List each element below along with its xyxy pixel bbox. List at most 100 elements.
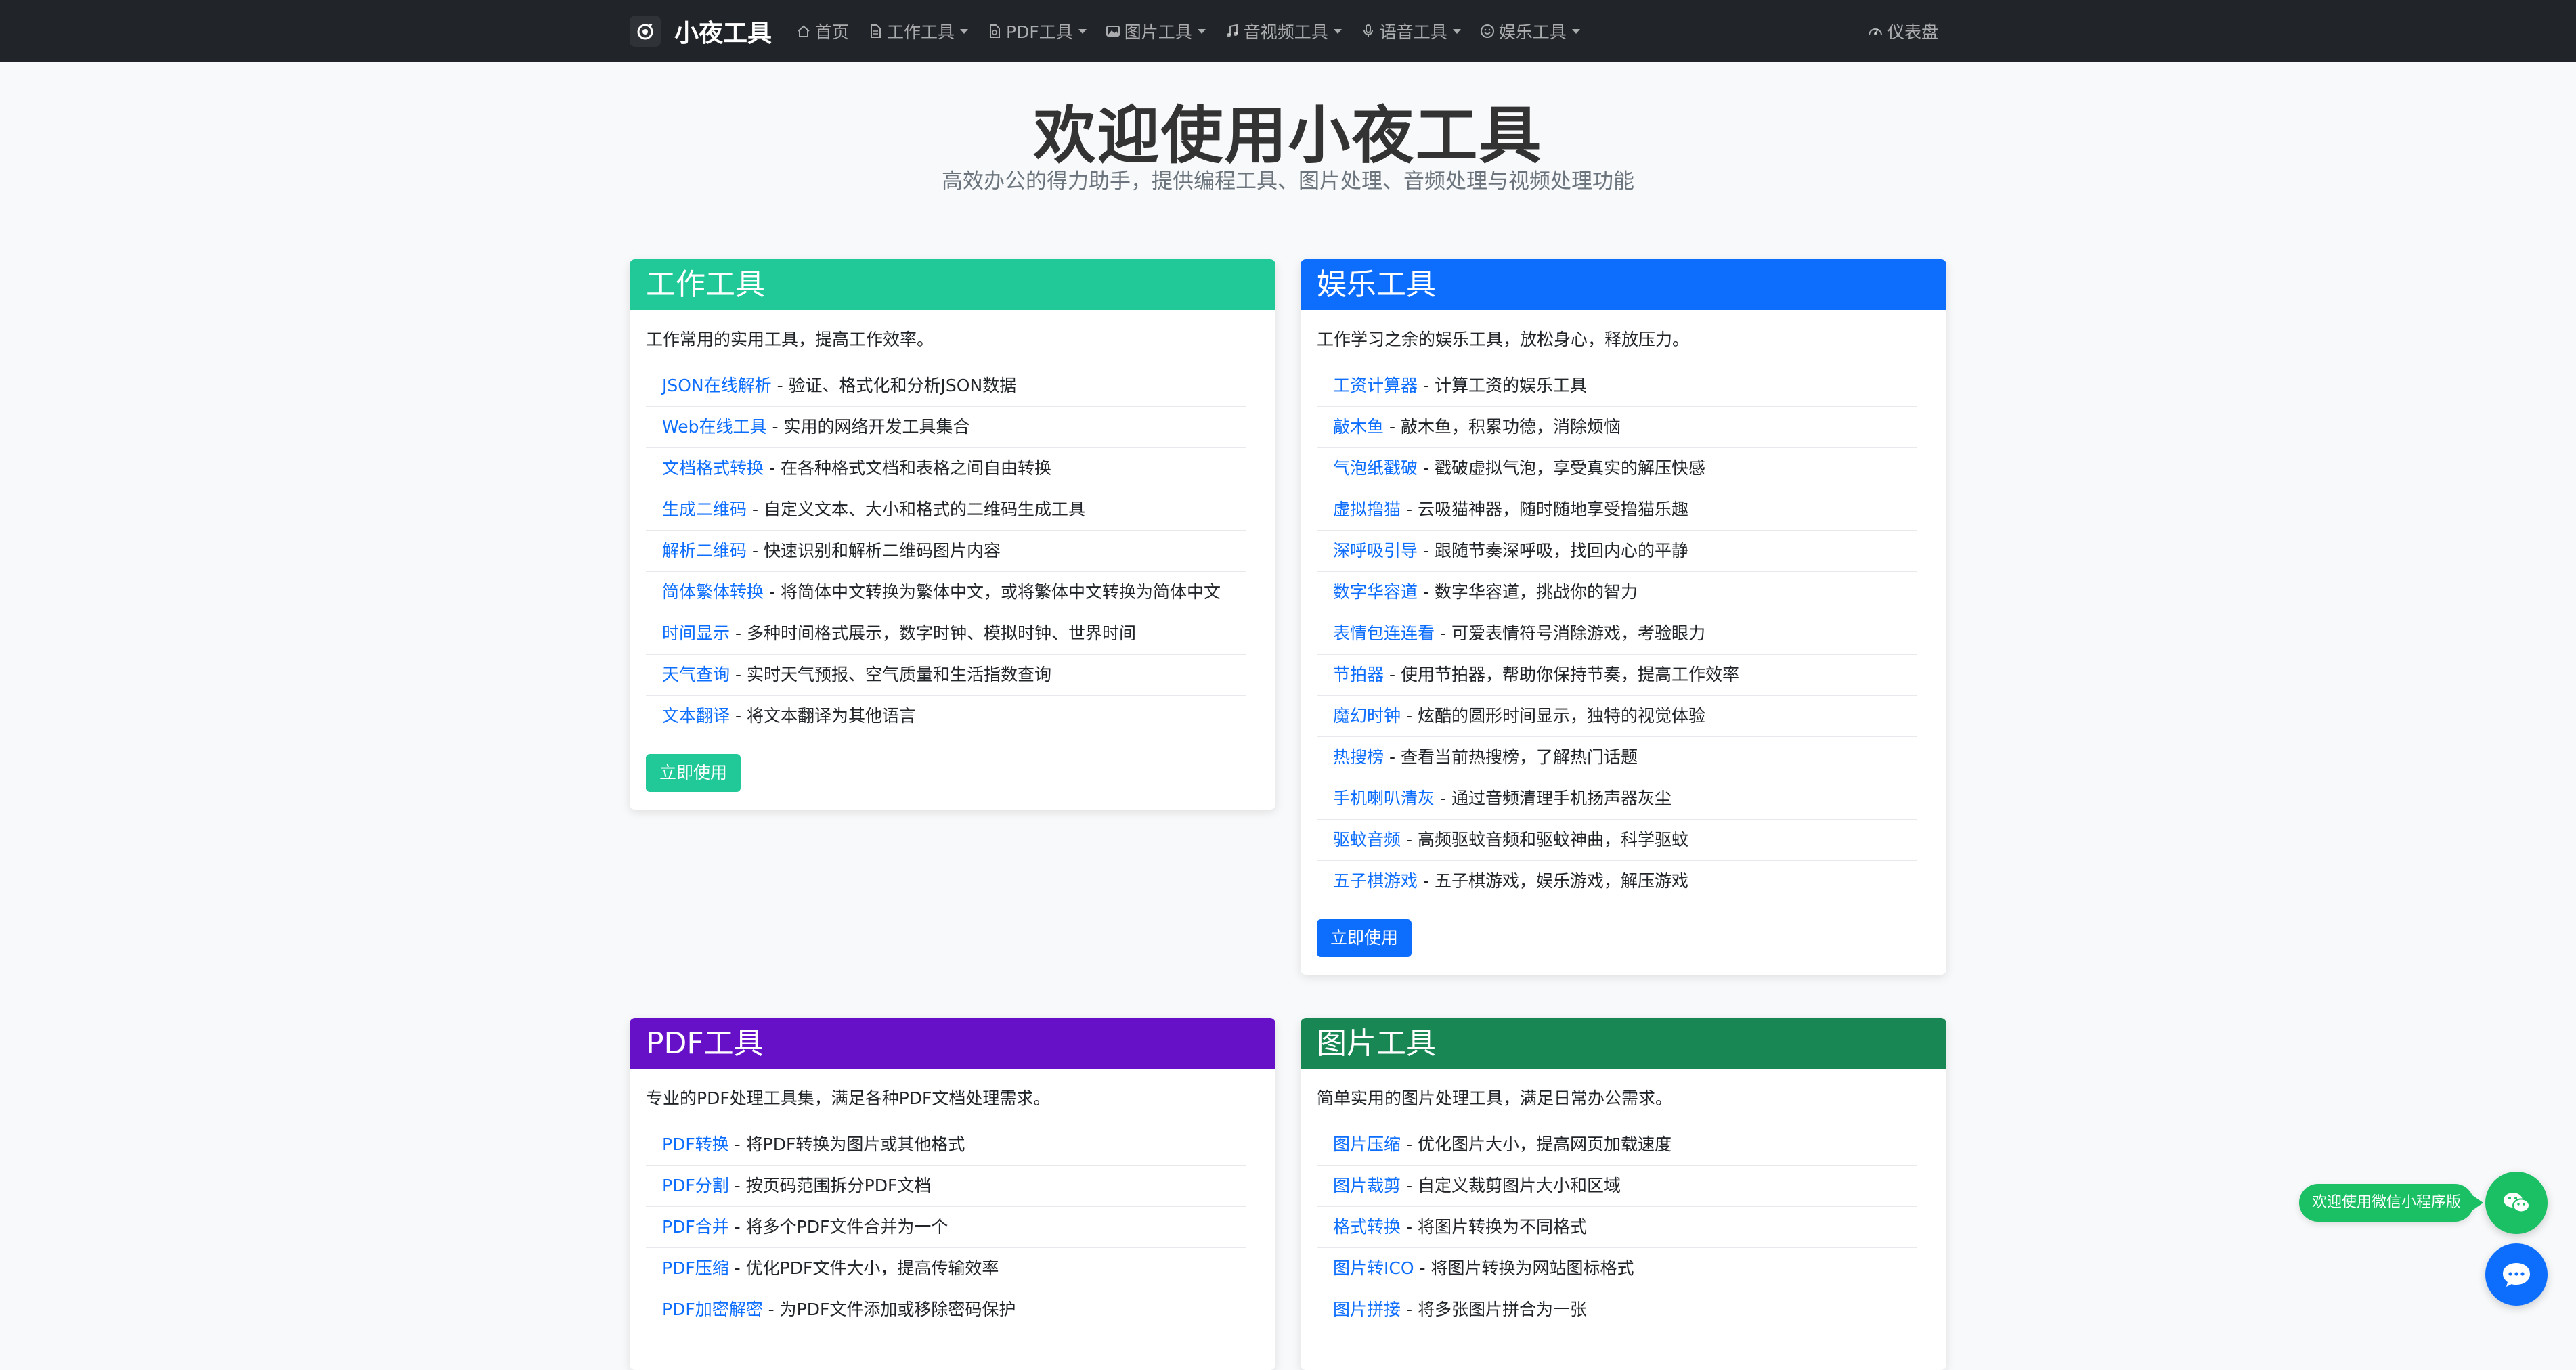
nav-item-pdf-tools[interactable]: PDF工具 (987, 19, 1087, 43)
list-item: 热搜榜 - 查看当前热搜榜，了解热门话题 (1317, 737, 1917, 778)
tool-list: PDF转换 - 将PDF转换为图片或其他格式 PDF分割 - 按页码范围拆分PD… (646, 1124, 1259, 1330)
list-item: 虚拟撸猫 - 云吸猫神器，随时随地享受撸猫乐趣 (1317, 489, 1917, 531)
tool-desc: 将PDF转换为图片或其他格式 (745, 1134, 965, 1154)
tool-link-doc-convert[interactable]: 文档格式转换 (662, 458, 764, 478)
card-image-tools: 图片工具 简单实用的图片处理工具，满足日常办公需求。 图片压缩 - 优化图片大小… (1301, 1018, 1946, 1370)
tool-desc: 炫酷的圆形时间显示，独特的视觉体验 (1417, 706, 1705, 726)
nav-item-image-tools[interactable]: 图片工具 (1106, 19, 1206, 43)
tool-link-pdf-merge[interactable]: PDF合并 (662, 1217, 729, 1237)
chevron-down-icon (1078, 28, 1087, 34)
chevron-down-icon (1571, 28, 1580, 34)
tool-list: JSON在线解析 - 验证、格式化和分析JSON数据 Web在线工具 - 实用的… (646, 366, 1259, 736)
tool-desc: 查看当前热搜榜，了解热门话题 (1400, 747, 1638, 767)
work-use-now-button[interactable]: 立即使用 (646, 754, 741, 792)
nav-item-work-tools[interactable]: 工作工具 (868, 19, 969, 43)
tool-desc: 为PDF文件添加或移除密码保护 (779, 1300, 1016, 1319)
tool-link-image-ico[interactable]: 图片转ICO (1333, 1258, 1414, 1278)
tool-link-speaker-clean[interactable]: 手机喇叭清灰 (1333, 789, 1435, 808)
card-body: 工作学习之余的娱乐工具，放松身心，释放压力。 工资计算器 - 计算工资的娱乐工具… (1301, 310, 1946, 975)
wechat-button[interactable] (2485, 1172, 2548, 1234)
tool-link-salary[interactable]: 工资计算器 (1333, 376, 1418, 395)
nav-item-voice-tools[interactable]: 语音工具 (1361, 19, 1461, 43)
tool-link-pdf-encrypt[interactable]: PDF加密解密 (662, 1300, 763, 1319)
chevron-down-icon (1333, 28, 1342, 34)
tool-desc: 优化图片大小，提高网页加载速度 (1417, 1134, 1672, 1154)
list-item: 魔幻时钟 - 炫酷的圆形时间显示，独特的视觉体验 (1317, 696, 1917, 737)
brand[interactable]: 小夜工具 (630, 14, 772, 49)
list-item: Web在线工具 - 实用的网络开发工具集合 (646, 407, 1246, 448)
tool-link-virtual-cat[interactable]: 虚拟撸猫 (1333, 500, 1401, 519)
tool-desc: 多种时间格式展示，数字时钟、模拟时钟、世界时间 (746, 623, 1136, 643)
chat-bubble-icon (2501, 1260, 2532, 1289)
nav-item-home[interactable]: 首页 (796, 19, 849, 43)
list-item: 驱蚊音频 - 高频驱蚊音频和驱蚊神曲，科学驱蚊 (1317, 820, 1917, 861)
tool-link-qr-parse[interactable]: 解析二维码 (662, 541, 747, 560)
tool-link-zh-convert[interactable]: 简体繁体转换 (662, 582, 764, 602)
card-description: 工作学习之余的娱乐工具，放松身心，释放压力。 (1317, 330, 1690, 349)
fun-use-now-button[interactable]: 立即使用 (1317, 919, 1412, 957)
card-body: 工作常用的实用工具，提高工作效率。 JSON在线解析 - 验证、格式化和分析JS… (630, 310, 1275, 810)
tool-link-image-stitch[interactable]: 图片拼接 (1333, 1300, 1401, 1319)
nav-item-fun-tools[interactable]: 娱乐工具 (1480, 19, 1580, 43)
card-header: PDF工具 (630, 1018, 1275, 1069)
top-navbar: 小夜工具 首页 工作工具 PDF工具 图片工具 音视频工具 语音工具 娱乐工具 … (0, 0, 2576, 62)
tool-link-sliding-puzzle[interactable]: 数字华容道 (1333, 582, 1418, 602)
list-item: 文档格式转换 - 在各种格式文档和表格之间自由转换 (646, 448, 1246, 489)
smile-icon (1480, 24, 1495, 39)
tool-link-qr-generate[interactable]: 生成二维码 (662, 500, 747, 519)
list-item: 手机喇叭清灰 - 通过音频清理手机扬声器灰尘 (1317, 778, 1917, 820)
tool-link-image-format[interactable]: 格式转换 (1333, 1217, 1401, 1237)
list-item: PDF压缩 - 优化PDF文件大小，提高传输效率 (646, 1248, 1246, 1289)
nav-item-label: 音视频工具 (1243, 22, 1328, 42)
tool-link-wooden-fish[interactable]: 敲木鱼 (1333, 417, 1384, 437)
tool-desc: 将多个PDF文件合并为一个 (745, 1217, 948, 1237)
tool-link-image-compress[interactable]: 图片压缩 (1333, 1134, 1401, 1154)
page-subtitle: 高效办公的得力助手，提供编程工具、图片处理、音频处理与视频处理功能 (942, 169, 1634, 194)
tool-desc: 在各种格式文档和表格之间自由转换 (780, 458, 1051, 478)
tool-link-pdf-convert[interactable]: PDF转换 (662, 1134, 729, 1154)
tool-desc: 五子棋游戏，娱乐游戏，解压游戏 (1434, 871, 1688, 891)
tool-link-web[interactable]: Web在线工具 (662, 417, 767, 437)
list-item: 时间显示 - 多种时间格式展示，数字时钟、模拟时钟、世界时间 (646, 613, 1246, 655)
tool-desc: 高频驱蚊音频和驱蚊神曲，科学驱蚊 (1417, 830, 1688, 849)
tool-link-weather[interactable]: 天气查询 (662, 665, 730, 684)
tool-link-json[interactable]: JSON在线解析 (662, 376, 772, 395)
tool-link-time[interactable]: 时间显示 (662, 623, 730, 643)
nav-item-av-tools[interactable]: 音视频工具 (1225, 19, 1342, 43)
list-item: 工资计算器 - 计算工资的娱乐工具 (1317, 366, 1917, 407)
tool-link-mosquito[interactable]: 驱蚊音频 (1333, 830, 1401, 849)
tool-link-hot-search[interactable]: 热搜榜 (1333, 747, 1384, 767)
tool-desc: 可爱表情符号消除游戏，考验眼力 (1451, 623, 1705, 643)
tool-desc: 验证、格式化和分析JSON数据 (788, 376, 1017, 395)
tool-link-pdf-compress[interactable]: PDF压缩 (662, 1258, 729, 1278)
card-description: 专业的PDF处理工具集，满足各种PDF文档处理需求。 (646, 1088, 1051, 1108)
tool-desc: 将文本翻译为其他语言 (746, 706, 916, 726)
tool-link-emoji-match[interactable]: 表情包连连看 (1333, 623, 1435, 643)
microphone-icon (1361, 24, 1376, 39)
tool-desc: 跟随节奏深呼吸，找回内心的平静 (1434, 541, 1688, 560)
list-item: 简体繁体转换 - 将简体中文转换为繁体中文，或将繁体中文转换为简体中文 (646, 572, 1246, 613)
card-header: 工作工具 (630, 259, 1275, 310)
list-item: 解析二维码 - 快速识别和解析二维码图片内容 (646, 531, 1246, 572)
tool-desc: 快速识别和解析二维码图片内容 (763, 541, 1001, 560)
tool-link-pdf-split[interactable]: PDF分割 (662, 1176, 729, 1195)
tool-desc: 将图片转换为不同格式 (1417, 1217, 1587, 1237)
mini-program-tooltip: 欢迎使用微信小程序版 (2299, 1184, 2483, 1222)
list-item: 数字华容道 - 数字华容道，挑战你的智力 (1317, 572, 1917, 613)
tool-desc: 云吸猫神器，随时随地享受撸猫乐趣 (1417, 500, 1688, 519)
tool-link-magic-clock[interactable]: 魔幻时钟 (1333, 706, 1401, 726)
tool-link-gomoku[interactable]: 五子棋游戏 (1333, 871, 1418, 891)
list-item: 文本翻译 - 将文本翻译为其他语言 (662, 706, 916, 726)
tool-desc: 将多张图片拼合为一张 (1417, 1300, 1587, 1319)
tool-link-bubble-wrap[interactable]: 气泡纸戳破 (1333, 458, 1418, 478)
tool-link-breathing[interactable]: 深呼吸引导 (1333, 541, 1418, 560)
tool-link-translate[interactable]: 文本翻译 (662, 706, 730, 726)
list-item: JSON在线解析 - 验证、格式化和分析JSON数据 (646, 366, 1246, 407)
chat-button[interactable] (2485, 1243, 2548, 1306)
tool-link-image-crop[interactable]: 图片裁剪 (1333, 1176, 1401, 1195)
nav-item-dashboard[interactable]: 仪表盘 (1867, 0, 1938, 62)
tool-link-metronome[interactable]: 节拍器 (1333, 665, 1384, 684)
list-item: 天气查询 - 实时天气预报、空气质量和生活指数查询 (646, 655, 1246, 696)
nav-item-label: 图片工具 (1124, 22, 1192, 42)
card-work-tools: 工作工具 工作常用的实用工具，提高工作效率。 JSON在线解析 - 验证、格式化… (630, 259, 1275, 810)
